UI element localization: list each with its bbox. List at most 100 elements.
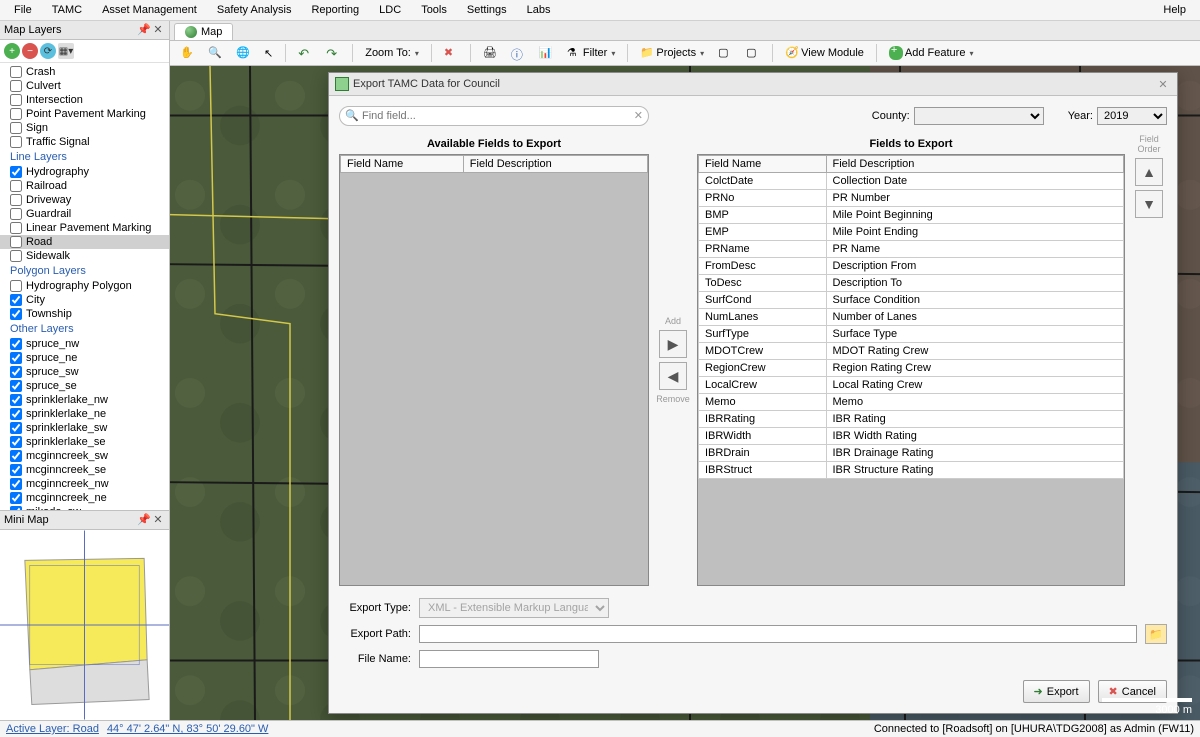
table-row[interactable]: ColctDateCollection Date [699,173,1124,190]
layer-checkbox[interactable] [10,80,22,92]
tab-map[interactable]: Map [174,23,233,40]
table-row[interactable]: ToDescDescription To [699,275,1124,292]
layer-checkbox[interactable] [10,208,22,220]
table-row[interactable]: LocalCrewLocal Rating Crew [699,377,1124,394]
table-row[interactable]: PRNamePR Name [699,241,1124,258]
layer-checkbox[interactable] [10,250,22,262]
layer-row[interactable]: sprinklerlake_nw [0,393,169,407]
layer-checkbox[interactable] [10,450,22,462]
menu-help[interactable]: Help [1153,2,1196,18]
table-row[interactable]: PRNoPR Number [699,190,1124,207]
layer-checkbox[interactable] [10,194,22,206]
menu-file[interactable]: File [4,2,42,18]
tool-info[interactable] [507,44,529,62]
move-down-button[interactable]: ▼ [1135,190,1163,218]
layer-row[interactable]: Intersection [0,93,169,107]
layer-checkbox[interactable] [10,222,22,234]
layer-checkbox[interactable] [10,308,22,320]
layer-row[interactable]: mcginncreek_sw [0,449,169,463]
layer-row[interactable]: Sidewalk [0,249,169,263]
layer-checkbox[interactable] [10,408,22,420]
tool-window1[interactable] [714,44,736,62]
tool-print[interactable] [479,44,501,62]
layer-row[interactable]: spruce_ne [0,351,169,365]
layer-checkbox[interactable] [10,478,22,490]
table-row[interactable]: IBRWidthIBR Width Rating [699,428,1124,445]
menu-settings[interactable]: Settings [457,2,517,18]
table-row[interactable]: IBRStructIBR Structure Rating [699,462,1124,479]
table-row[interactable]: EMPMile Point Ending [699,224,1124,241]
tool-zoom-extent[interactable] [232,44,254,62]
active-layer-link[interactable]: Active Layer: Road [6,723,99,735]
layer-row[interactable]: Crash [0,65,169,79]
layer-row[interactable]: mcginncreek_ne [0,491,169,505]
menu-tamc[interactable]: TAMC [42,2,92,18]
filter-dropdown[interactable]: Filter [563,44,619,62]
layer-row[interactable]: sprinklerlake_ne [0,407,169,421]
layer-checkbox[interactable] [10,338,22,350]
layer-checkbox[interactable] [10,166,22,178]
table-row[interactable]: SurfCondSurface Condition [699,292,1124,309]
table-row[interactable]: IBRDrainIBR Drainage Rating [699,445,1124,462]
pin-icon[interactable]: 📌 [137,513,151,527]
col-field-desc[interactable]: Field Description [826,156,1124,173]
layer-checkbox[interactable] [10,436,22,448]
layer-row[interactable]: Linear Pavement Marking [0,221,169,235]
export-button[interactable]: Export [1023,680,1090,703]
remove-layer-icon[interactable]: − [22,43,38,59]
tool-next-extent[interactable] [322,44,344,62]
table-row[interactable]: SurfTypeSurface Type [699,326,1124,343]
layer-checkbox[interactable] [10,108,22,120]
layer-list[interactable]: CrashCulvertIntersectionPoint Pavement M… [0,63,169,510]
menu-labs[interactable]: Labs [517,2,561,18]
layer-row[interactable]: Hydrography [0,165,169,179]
file-name-input[interactable] [419,650,599,668]
layer-row[interactable]: Sign [0,121,169,135]
layer-checkbox[interactable] [10,180,22,192]
close-icon[interactable]: ✕ [1155,78,1171,91]
layer-row[interactable]: Culvert [0,79,169,93]
tool-pointer[interactable]: ↖ [260,45,277,62]
add-button[interactable]: ▶ [659,330,687,358]
close-icon[interactable]: ✕ [151,513,165,527]
table-row[interactable]: MDOTCrewMDOT Rating Crew [699,343,1124,360]
layer-row[interactable]: Point Pavement Marking [0,107,169,121]
layer-row[interactable]: Road [0,235,169,249]
layer-checkbox[interactable] [10,394,22,406]
layer-checkbox[interactable] [10,380,22,392]
menu-ldc[interactable]: LDC [369,2,411,18]
remove-button[interactable]: ◀ [659,362,687,390]
close-icon[interactable]: ✕ [151,23,165,37]
layer-checkbox[interactable] [10,94,22,106]
layer-row[interactable]: Township [0,307,169,321]
layer-checkbox[interactable] [10,492,22,504]
table-row[interactable]: IBRRatingIBR Rating [699,411,1124,428]
dialog-titlebar[interactable]: Export TAMC Data for Council ✕ [329,73,1177,96]
tool-zoom-rect[interactable] [204,44,226,62]
layer-row[interactable]: mcginncreek_se [0,463,169,477]
layer-checkbox[interactable] [10,122,22,134]
table-row[interactable]: NumLanesNumber of Lanes [699,309,1124,326]
move-up-button[interactable]: ▲ [1135,158,1163,186]
year-select[interactable]: 2019 [1097,107,1167,125]
col-field-desc[interactable]: Field Description [463,156,647,173]
layer-checkbox[interactable] [10,422,22,434]
pin-icon[interactable]: 📌 [137,23,151,37]
minimap-canvas[interactable] [0,530,169,720]
col-field-name[interactable]: Field Name [699,156,827,173]
layer-row[interactable]: spruce_nw [0,337,169,351]
find-field-input[interactable] [339,106,649,126]
projects-dropdown[interactable]: Projects [636,44,708,62]
table-row[interactable]: FromDescDescription From [699,258,1124,275]
layer-row[interactable]: Railroad [0,179,169,193]
refresh-layer-icon[interactable]: ⟳ [40,43,56,59]
layer-checkbox[interactable] [10,136,22,148]
add-layer-icon[interactable]: + [4,43,20,59]
add-feature-dropdown[interactable]: Add Feature [885,44,978,62]
layer-checkbox[interactable] [10,280,22,292]
available-fields-grid[interactable]: Field Name Field Description [339,154,649,586]
layer-row[interactable]: Driveway [0,193,169,207]
layer-checkbox[interactable] [10,236,22,248]
layer-checkbox[interactable] [10,464,22,476]
tool-clear[interactable] [440,44,462,62]
